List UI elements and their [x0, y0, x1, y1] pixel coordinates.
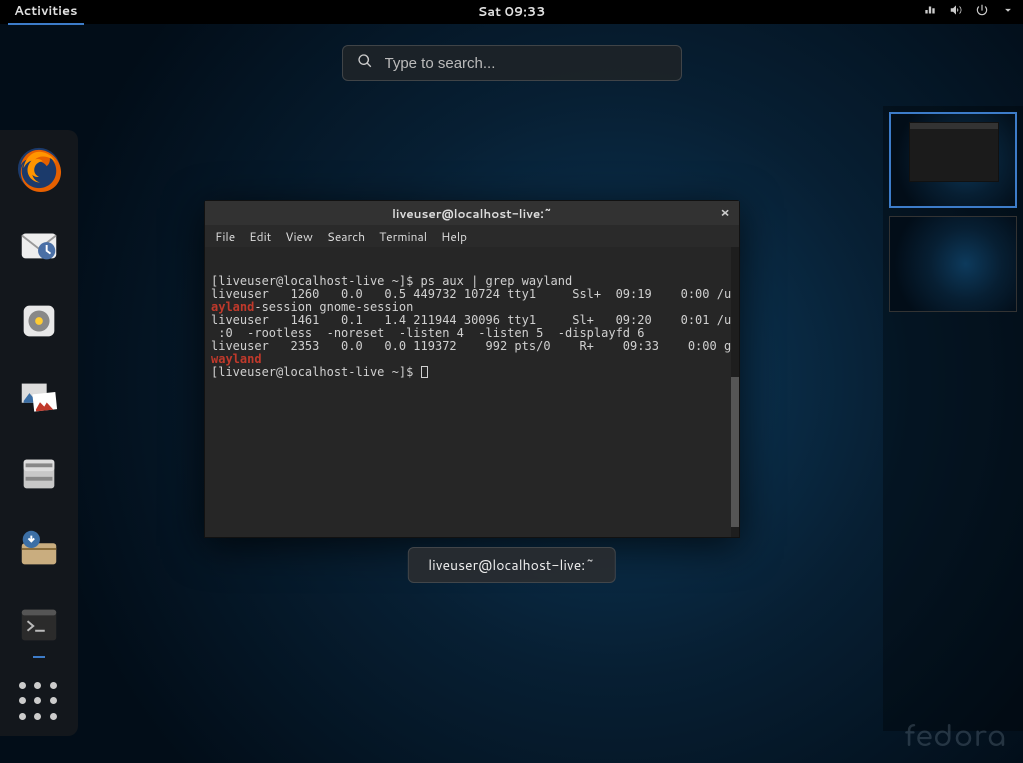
dash	[0, 130, 78, 736]
rhythmbox-icon[interactable]	[14, 296, 64, 346]
menu-edit[interactable]: Edit	[249, 228, 271, 245]
network-icon[interactable]	[923, 3, 937, 22]
evolution-icon[interactable]	[14, 220, 64, 270]
mini-window-preview	[909, 122, 999, 182]
terminal-window[interactable]: liveuser@localhost-live:~ × File Edit Vi…	[204, 200, 740, 538]
shotwell-icon[interactable]	[14, 372, 64, 422]
terminal-output[interactable]: [liveuser@localhost-live ~]$ ps aux | gr…	[205, 247, 739, 537]
menu-file[interactable]: File	[215, 228, 235, 245]
search-input[interactable]	[385, 55, 667, 72]
top-bar: Activities Sat 09:33	[0, 0, 1023, 24]
scrollbar-thumb[interactable]	[731, 377, 739, 527]
dropdown-icon[interactable]	[1001, 3, 1015, 22]
close-icon: ×	[720, 204, 729, 222]
menu-terminal[interactable]: Terminal	[379, 228, 427, 245]
menu-view[interactable]: View	[285, 228, 313, 245]
clock-label[interactable]: Sat 09:33	[478, 3, 546, 21]
activities-button[interactable]: Activities	[8, 0, 84, 25]
close-button[interactable]: ×	[717, 205, 733, 221]
menu-search[interactable]: Search	[327, 228, 365, 245]
window-title: liveuser@localhost-live:~	[392, 205, 552, 222]
software-icon[interactable]	[14, 524, 64, 574]
volume-icon[interactable]	[949, 3, 963, 22]
menu-help[interactable]: Help	[441, 228, 467, 245]
overview-window-label: liveuser@localhost-live:~	[407, 547, 615, 583]
fedora-watermark: fedora	[905, 721, 1007, 753]
workspace-thumb-2[interactable]	[889, 216, 1017, 312]
power-icon[interactable]	[975, 3, 989, 22]
workspace-thumb-1[interactable]	[889, 112, 1017, 208]
terminal-icon[interactable]	[14, 600, 64, 650]
firefox-icon[interactable]	[14, 144, 64, 194]
scrollbar[interactable]	[731, 247, 739, 537]
show-applications-button[interactable]	[19, 682, 59, 722]
overview-search[interactable]	[342, 45, 682, 81]
search-icon	[357, 52, 373, 75]
workspace-switcher	[883, 106, 1023, 731]
window-titlebar[interactable]: liveuser@localhost-live:~ ×	[205, 201, 739, 225]
system-status-area[interactable]	[923, 3, 1015, 22]
files-icon[interactable]	[14, 448, 64, 498]
terminal-menubar: File Edit View Search Terminal Help	[205, 225, 739, 247]
